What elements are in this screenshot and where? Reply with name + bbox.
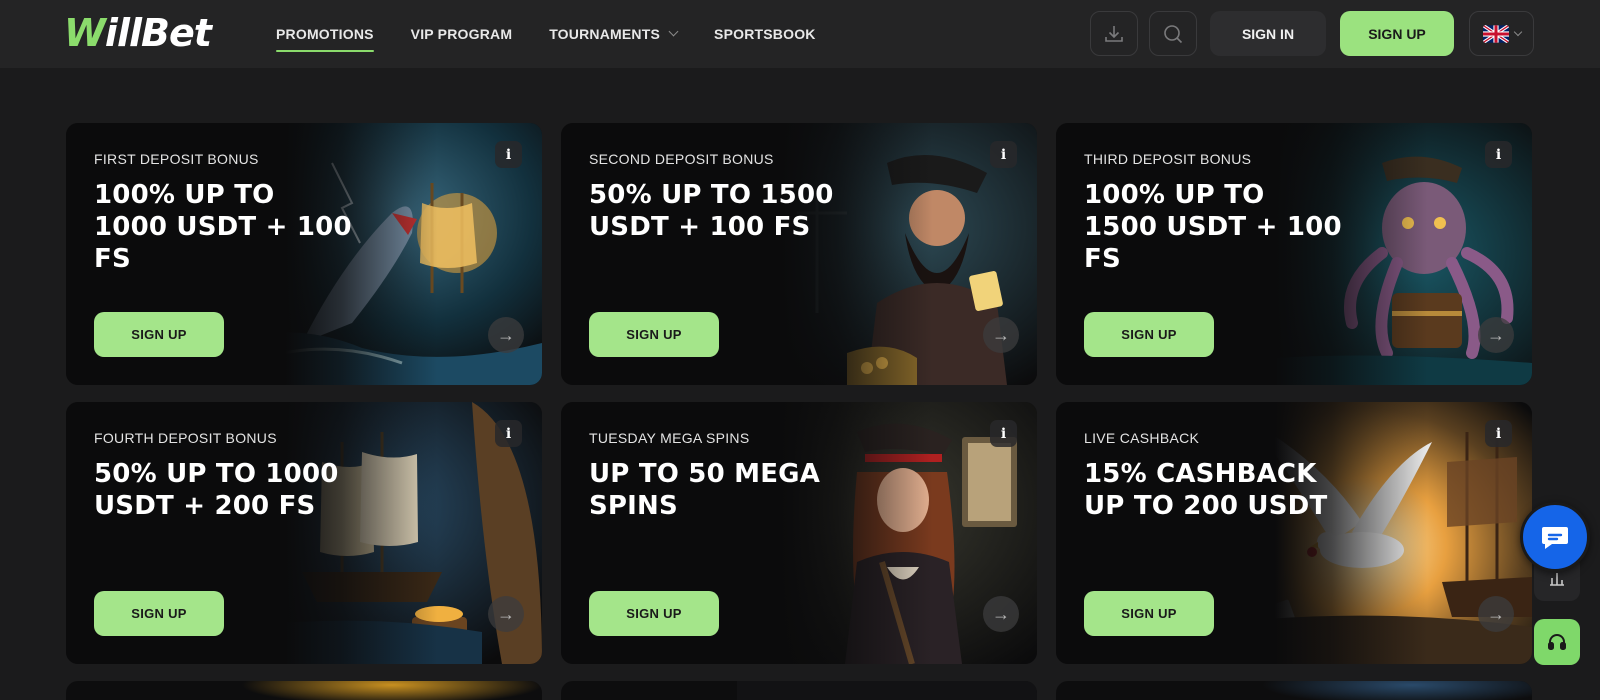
nav-sportsbook[interactable]: SPORTSBOOK (714, 0, 816, 68)
arrow-right-icon[interactable]: → (1478, 596, 1514, 632)
logo-letter-w: W (64, 11, 106, 55)
promo-art (242, 681, 542, 700)
arrow-right-icon[interactable]: → (488, 596, 524, 632)
promo-subtitle: TUESDAY MEGA SPINS (589, 430, 750, 446)
willbet-logo[interactable]: WillBet (64, 10, 212, 56)
promo-card[interactable]: TUESDAY MEGA SPINS UP TO 50 MEGA SPINS S… (561, 402, 1037, 664)
promo-subtitle: SECOND DEPOSIT BONUS (589, 151, 774, 167)
promo-sign-up-button[interactable]: SIGN UP (94, 312, 224, 357)
info-icon[interactable]: i (495, 420, 522, 447)
nav-promotions[interactable]: PROMOTIONS (276, 0, 374, 68)
promo-subtitle: FIRST DEPOSIT BONUS (94, 151, 259, 167)
support-button[interactable] (1534, 619, 1580, 665)
sign-in-button[interactable]: SIGN IN (1210, 11, 1326, 56)
promo-subtitle: FOURTH DEPOSIT BONUS (94, 430, 277, 446)
chat-bubble-icon (1542, 527, 1568, 549)
arrow-right-icon[interactable]: → (983, 317, 1019, 353)
promo-title: 100% UP TO 1000 USDT + 100 FS (94, 180, 352, 274)
promo-card[interactable]: FOURTH DEPOSIT BONUS 50% UP TO 1000 USDT… (66, 402, 542, 664)
promo-title: 15% CASHBACK UP TO 200 USDT (1084, 459, 1328, 521)
info-icon[interactable]: i (990, 420, 1017, 447)
search-button[interactable] (1149, 11, 1197, 56)
live-chat-button[interactable] (1520, 502, 1590, 572)
promo-sign-up-button[interactable]: SIGN UP (94, 591, 224, 636)
promo-subtitle: THIRD DEPOSIT BONUS (1084, 151, 1252, 167)
logo-text: illBet (104, 11, 212, 55)
nav-tournaments-label: TOURNAMENTS (549, 26, 661, 42)
promo-card-partial (1056, 681, 1532, 700)
download-icon (1105, 25, 1123, 42)
nav-sportsbook-label: SPORTSBOOK (714, 26, 816, 42)
uk-flag-icon (1482, 24, 1509, 43)
sign-up-button[interactable]: SIGN UP (1340, 11, 1454, 56)
promo-card[interactable]: FIRST DEPOSIT BONUS 100% UP TO 1000 USDT… (66, 123, 542, 385)
top-header: WillBet PROMOTIONS VIP PROGRAM TOURNAMEN… (0, 0, 1600, 68)
arrow-right-icon[interactable]: → (1478, 317, 1514, 353)
promo-title: 50% UP TO 1000 USDT + 200 FS (94, 459, 339, 521)
headset-icon (1548, 634, 1566, 650)
language-selector[interactable] (1469, 11, 1534, 56)
info-icon[interactable]: i (495, 141, 522, 168)
main-nav: PROMOTIONS VIP PROGRAM TOURNAMENTS SPORT… (276, 0, 853, 68)
info-icon[interactable]: i (990, 141, 1017, 168)
nav-tournaments[interactable]: TOURNAMENTS (549, 0, 679, 68)
promo-title: 50% UP TO 1500 USDT + 100 FS (589, 180, 834, 242)
promo-sign-up-button[interactable]: SIGN UP (589, 591, 719, 636)
promo-sign-up-button[interactable]: SIGN UP (1084, 591, 1214, 636)
promo-art (1232, 681, 1532, 700)
promo-subtitle: LIVE CASHBACK (1084, 430, 1200, 446)
promo-card[interactable]: LIVE CASHBACK 15% CASHBACK UP TO 200 USD… (1056, 402, 1532, 664)
info-icon[interactable]: i (1485, 141, 1512, 168)
arrow-right-icon[interactable]: → (983, 596, 1019, 632)
promo-art (737, 681, 1037, 700)
arrow-right-icon[interactable]: → (488, 317, 524, 353)
promo-card[interactable]: SECOND DEPOSIT BONUS 50% UP TO 1500 USDT… (561, 123, 1037, 385)
promo-card[interactable]: THIRD DEPOSIT BONUS 100% UP TO 1500 USDT… (1056, 123, 1532, 385)
nav-promotions-label: PROMOTIONS (276, 26, 374, 42)
promo-sign-up-button[interactable]: SIGN UP (589, 312, 719, 357)
promo-card-partial (561, 681, 1037, 700)
chevron-down-icon (668, 26, 679, 37)
promo-title: 100% UP TO 1500 USDT + 100 FS (1084, 180, 1342, 274)
download-button[interactable] (1090, 11, 1138, 56)
promo-title: UP TO 50 MEGA SPINS (589, 459, 821, 521)
promo-card-partial (66, 681, 542, 700)
nav-vip-label: VIP PROGRAM (410, 26, 513, 42)
nav-vip-program[interactable]: VIP PROGRAM (411, 0, 513, 68)
search-icon (1164, 24, 1183, 43)
chevron-down-icon (1513, 27, 1522, 37)
promo-sign-up-button[interactable]: SIGN UP (1084, 312, 1214, 357)
info-icon[interactable]: i (1485, 420, 1512, 447)
